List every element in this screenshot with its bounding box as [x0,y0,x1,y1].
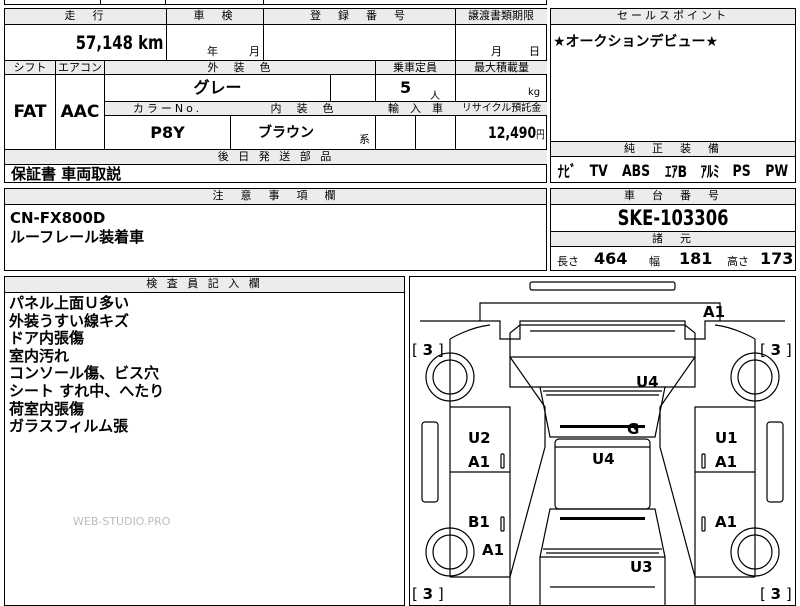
mileage-header: 走 行 [5,9,166,25]
inspector-line: 荷室内張傷 [9,399,85,418]
notes-panel: 注 意 事 項 欄 CN-FX800D ルーフレール装着車 [4,188,547,271]
max-load-header: 最大積載量 [474,61,529,74]
shaken-month-label: 月 [249,45,260,58]
inspector-notes: パネル上面Ｕ多い 外装うすい線キズ ドア内張傷 室内汚れ コンソール傷、ビス穴 … [9,294,165,436]
mark-left-rear-quarter: A1 [482,541,504,559]
width-label: 幅 [649,255,660,268]
car-diagram: A1 U4 G U4 U2 A1 B1 A1 U1 A1 A1 U3 [ 3 ]… [412,281,792,605]
chassis-value: SKE-103306 [617,206,729,230]
sales-point-panel: セールスポイント ★オークションデビュー★ 純 正 装 備 ﾅﾋﾞ TV ABS… [550,8,796,183]
capacity-unit: 人 [430,91,440,102]
vehicle-info-panel: 走 行 車 検 登 録 番 号 譲渡書類期限 57,148 km 年 月 月 日… [4,8,547,183]
tire-bracket-rl: [ 3 ] [412,585,444,603]
sales-point-header: セールスポイント [551,9,795,25]
equipment-list: ﾅﾋﾞ TV ABS ｴｱB ｱﾙﾐ PS PW [551,159,795,182]
shaken-header: 車 検 [166,9,263,25]
interior-color-header: 内 装 色 [270,102,336,115]
top-cut-row [4,0,547,5]
height-label: 高さ [727,255,749,268]
chassis-header: 車 台 番 号 [551,189,795,205]
import-header: 輸 入 車 [388,102,443,115]
notes-header: 注 意 事 項 欄 [5,189,546,205]
inspector-line: シート すれ中、へたり [9,381,165,400]
mileage-value: 57,148 km [75,32,163,54]
transfer-deadline-header: 譲渡書類期限 [455,9,547,25]
inspector-panel: 検 査 員 記 入 欄 パネル上面Ｕ多い 外装うすい線キズ ドア内張傷 室内汚れ… [4,276,405,606]
aircon-header: エアコン [58,61,102,74]
later-parts-value: 保証書 車両取説 [11,165,122,183]
shaken-year-label: 年 [207,45,218,58]
exterior-color-value: グレー [193,78,242,97]
width-value: 181 [679,249,713,268]
inspector-line: ドア内張傷 [9,329,85,348]
equip-tv: TV [589,160,608,180]
color-no-value: P8Y [150,123,185,142]
inspector-line: 室内汚れ [9,346,70,365]
tire-bracket-rr: [ 3 ] [760,585,792,603]
tire-rear-left: 3 [423,585,433,603]
mark-right-front-door-1: U1 [715,429,738,447]
length-label: 長さ [557,255,579,268]
dims-header: 諸 元 [551,232,795,247]
length-value: 464 [594,249,628,268]
color-no-header: カラーNo. [132,102,203,115]
mark-windshield: G [627,420,639,438]
tire-bracket-fr: [ 3 ] [760,341,792,359]
capacity-header: 乗車定員 [393,61,437,74]
chassis-panel: 車 台 番 号 SKE-103306 諸 元 長さ 464 幅 181 高さ 1… [550,188,796,271]
inspector-line: ガラスフィルム張 [9,417,129,436]
sales-point-text: ★オークションデビュー★ [553,34,719,50]
equip-airbag: ｴｱB [665,162,688,181]
registration-header: 登 録 番 号 [263,9,455,25]
shift-value: FAT [13,102,47,122]
watermark: WEB-STUDIO.PRO [73,515,171,528]
equip-abs: ABS [622,160,651,180]
recycle-header: リサイクル預託金 [461,103,542,114]
mark-right-front-door-2: A1 [715,453,737,471]
inspector-line: コンソール傷、ビス穴 [9,364,160,383]
transfer-day-label: 日 [529,45,540,58]
mark-roof-top: A1 [703,303,725,321]
interior-color-value: ブラウン [258,125,314,141]
inspector-line: 外装うすい線キズ [9,311,130,330]
mark-right-rear-door: A1 [715,513,737,531]
max-load-unit: kg [528,87,541,98]
capacity-value: 5 [400,78,412,97]
equip-navi: ﾅﾋﾞ [557,162,577,181]
inspector-line: パネル上面Ｕ多い [9,294,130,312]
inspector-header: 検 査 員 記 入 欄 [5,277,404,293]
notes-line-1: CN-FX800D [10,209,106,227]
equip-alloy: ｱﾙﾐ [701,162,720,181]
interior-color-suffix: 系 [359,133,370,146]
mark-roof: U4 [592,450,615,468]
notes-line-2: ルーフレール装着車 [10,228,145,246]
equipment-header: 純 正 装 備 [551,142,795,157]
mark-hood: U4 [636,373,659,391]
height-value: 173 [760,249,794,268]
mark-left-front-door-1: U2 [468,429,491,447]
tire-bracket-fl: [ 3 ] [412,341,444,359]
tire-front-right: 3 [771,341,781,359]
equip-pw: PW [764,160,788,180]
shift-header: シフト [13,61,47,74]
tire-rear-right: 3 [771,585,781,603]
later-parts-header: 後 日 発 送 部 品 [5,150,547,165]
recycle-value: 12,490円 [488,123,545,142]
transfer-month-label: 月 [491,45,502,58]
aircon-value: AAC [60,102,100,122]
car-diagram-panel: A1 U4 G U4 U2 A1 B1 A1 U1 A1 A1 U3 [ 3 ]… [409,276,796,606]
exterior-color-header: 外 装 色 [207,61,273,74]
mark-left-front-door-2: A1 [468,453,490,471]
mark-rear: U3 [630,558,653,576]
tire-front-left: 3 [423,341,433,359]
mark-left-rear-door: B1 [468,513,490,531]
equip-ps: PS [732,160,752,180]
